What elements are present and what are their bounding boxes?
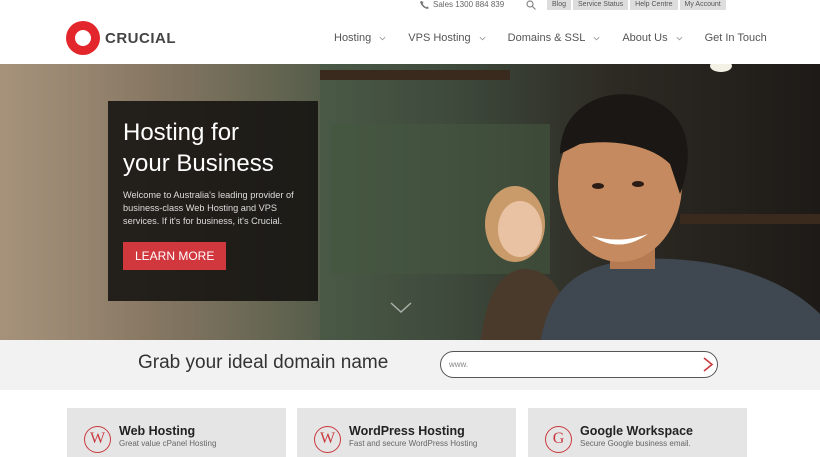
card-subtitle: Fast and secure WordPress Hosting <box>349 439 478 448</box>
nav-item-label: Domains & SSL <box>507 32 586 44</box>
card-title: Web Hosting <box>119 424 196 438</box>
domain-search-band: Grab your ideal domain name <box>0 340 820 390</box>
nav-item-label: Get In Touch <box>704 32 767 44</box>
wordpress-icon: W <box>84 426 111 453</box>
nav-menu: Hosting VPS Hosting Domains & SSL About … <box>334 12 767 64</box>
hero-title-line: your Business <box>123 150 274 177</box>
domain-search-input[interactable] <box>440 351 718 378</box>
card-title: Google Workspace <box>580 424 693 438</box>
scroll-down-icon[interactable] <box>390 302 412 314</box>
logo-ring-icon <box>66 21 100 55</box>
hero-banner: Hosting for your Business Welcome to Aus… <box>0 64 820 340</box>
sales-phone[interactable]: Sales 1300 884 839 <box>420 0 504 9</box>
chevron-down-icon <box>379 36 386 40</box>
product-card-web-hosting[interactable]: W Web Hosting Great value cPanel Hosting <box>67 408 286 457</box>
my-account-link[interactable]: My Account <box>679 0 726 10</box>
chevron-right-icon[interactable] <box>702 357 714 372</box>
search-icon[interactable] <box>526 0 536 10</box>
sales-phone-label: Sales 1300 884 839 <box>433 0 505 9</box>
hero-promo-box: Hosting for your Business Welcome to Aus… <box>108 101 318 301</box>
card-title: WordPress Hosting <box>349 424 465 438</box>
nav-item-get-in-touch[interactable]: Get In Touch <box>705 32 767 44</box>
brand-name: CRUCIAL <box>105 29 176 47</box>
product-card-google-workspace[interactable]: G Google Workspace Secure Google busines… <box>528 408 747 457</box>
chevron-down-icon <box>676 36 683 40</box>
help-centre-link[interactable]: Help Centre <box>630 0 678 10</box>
hero-title-line: Hosting for <box>123 119 240 146</box>
brand-logo[interactable]: CRUCIAL <box>66 21 176 55</box>
card-subtitle: Secure Google business email. <box>580 439 691 448</box>
hero-shelf <box>320 70 510 80</box>
google-icon: G <box>545 426 572 453</box>
nav-item-hosting[interactable]: Hosting <box>334 32 386 44</box>
product-card-wordpress-hosting[interactable]: W WordPress Hosting Fast and secure Word… <box>297 408 516 457</box>
service-status-link[interactable]: Service Status <box>573 0 629 10</box>
hero-description: Welcome to Australia's leading provider … <box>123 190 294 226</box>
hero-lamp <box>710 64 732 72</box>
hero-photo-man <box>540 94 820 340</box>
nav-item-vps-hosting[interactable]: VPS Hosting <box>408 32 486 44</box>
nav-item-about-us[interactable]: About Us <box>622 32 683 44</box>
learn-more-button[interactable]: LEARN MORE <box>123 242 227 270</box>
hero-title: Hosting for your Business <box>123 117 303 179</box>
main-nav: CRUCIAL Hosting VPS Hosting Domains & SS… <box>0 12 820 64</box>
nav-item-domains-ssl[interactable]: Domains & SSL <box>508 32 601 44</box>
nav-item-label: Hosting <box>334 32 372 44</box>
nav-item-label: About Us <box>622 32 668 44</box>
chevron-down-icon <box>479 36 486 40</box>
card-subtitle: Great value cPanel Hosting <box>119 439 217 448</box>
nav-item-label: VPS Hosting <box>408 32 471 44</box>
utility-bar: Sales 1300 884 839 Blog Service Status H… <box>0 0 820 12</box>
chevron-down-icon <box>593 36 600 40</box>
product-cards: W Web Hosting Great value cPanel Hosting… <box>0 408 820 457</box>
wordpress-icon: W <box>314 426 341 453</box>
blog-link[interactable]: Blog <box>547 0 572 10</box>
phone-icon <box>420 0 429 9</box>
utility-links: Blog Service Status Help Centre My Accou… <box>547 0 726 10</box>
domain-search-title: Grab your ideal domain name <box>138 352 389 373</box>
